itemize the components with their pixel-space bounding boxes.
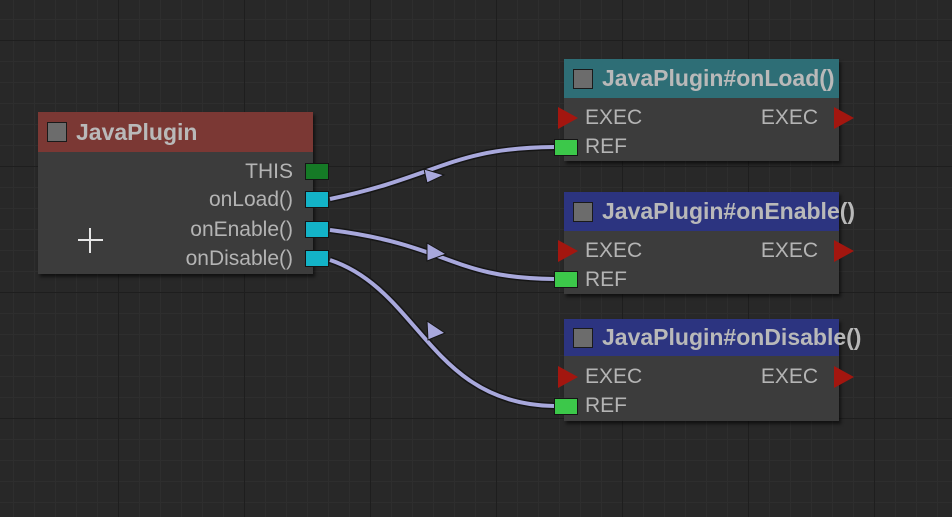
ref-input-pin[interactable] <box>554 139 578 156</box>
wire-ondisable[interactable] <box>328 256 555 410</box>
wire-onenable[interactable] <box>329 226 555 283</box>
ref-label: REF <box>585 135 627 158</box>
pin-label-onload: onLoad() <box>208 188 293 211</box>
pin-label-ondisable: onDisable() <box>185 247 293 270</box>
onload-output-pin[interactable] <box>305 191 329 208</box>
node-title: JavaPlugin#onDisable() <box>602 324 862 350</box>
exec-out-pin[interactable] <box>834 366 854 388</box>
node-collapse-checkbox[interactable] <box>47 122 67 142</box>
pin-label-this: THIS <box>245 160 293 183</box>
exec-out-pin[interactable] <box>834 107 854 129</box>
node-collapse-checkbox[interactable] <box>573 327 593 348</box>
wire-arrow-icon <box>426 320 447 341</box>
node-title: JavaPlugin <box>76 118 198 145</box>
exec-out-pin[interactable] <box>834 240 854 262</box>
ref-label: REF <box>585 268 627 291</box>
exec-in-label: EXEC <box>585 365 643 388</box>
exec-in-pin[interactable] <box>558 366 578 388</box>
exec-out-label: EXEC <box>760 106 818 129</box>
onload-node[interactable]: JavaPlugin#onLoad() EXEC EXEC REF <box>564 59 839 161</box>
node-header[interactable]: JavaPlugin <box>38 112 313 152</box>
pin-label-onenable: onEnable() <box>190 218 293 241</box>
node-collapse-checkbox[interactable] <box>573 68 593 89</box>
node-header[interactable]: JavaPlugin#onDisable() <box>564 319 861 356</box>
node-header[interactable]: JavaPlugin#onEnable() <box>564 192 855 231</box>
javaplugin-node[interactable]: JavaPlugin THIS onLoad() onEnable() onDi… <box>38 112 313 274</box>
ref-input-pin[interactable] <box>554 271 578 288</box>
node-title: JavaPlugin#onLoad() <box>602 65 835 91</box>
wire-onload[interactable] <box>329 143 555 203</box>
node-header[interactable]: JavaPlugin#onLoad() <box>564 59 839 98</box>
exec-in-label: EXEC <box>585 239 643 262</box>
exec-in-pin[interactable] <box>558 240 578 262</box>
onenable-output-pin[interactable] <box>305 221 329 238</box>
this-output-pin[interactable] <box>305 163 329 180</box>
ref-input-pin[interactable] <box>554 398 578 415</box>
onenable-node[interactable]: JavaPlugin#onEnable() EXEC EXEC REF <box>564 192 855 294</box>
exec-out-label: EXEC <box>760 239 818 262</box>
node-collapse-checkbox[interactable] <box>573 201 593 222</box>
ondisable-node[interactable]: JavaPlugin#onDisable() EXEC EXEC REF <box>564 319 861 421</box>
exec-out-label: EXEC <box>760 365 818 388</box>
node-title: JavaPlugin#onEnable() <box>602 198 856 224</box>
exec-in-label: EXEC <box>585 106 643 129</box>
exec-in-pin[interactable] <box>558 107 578 129</box>
ondisable-output-pin[interactable] <box>305 250 329 267</box>
ref-label: REF <box>585 394 627 417</box>
